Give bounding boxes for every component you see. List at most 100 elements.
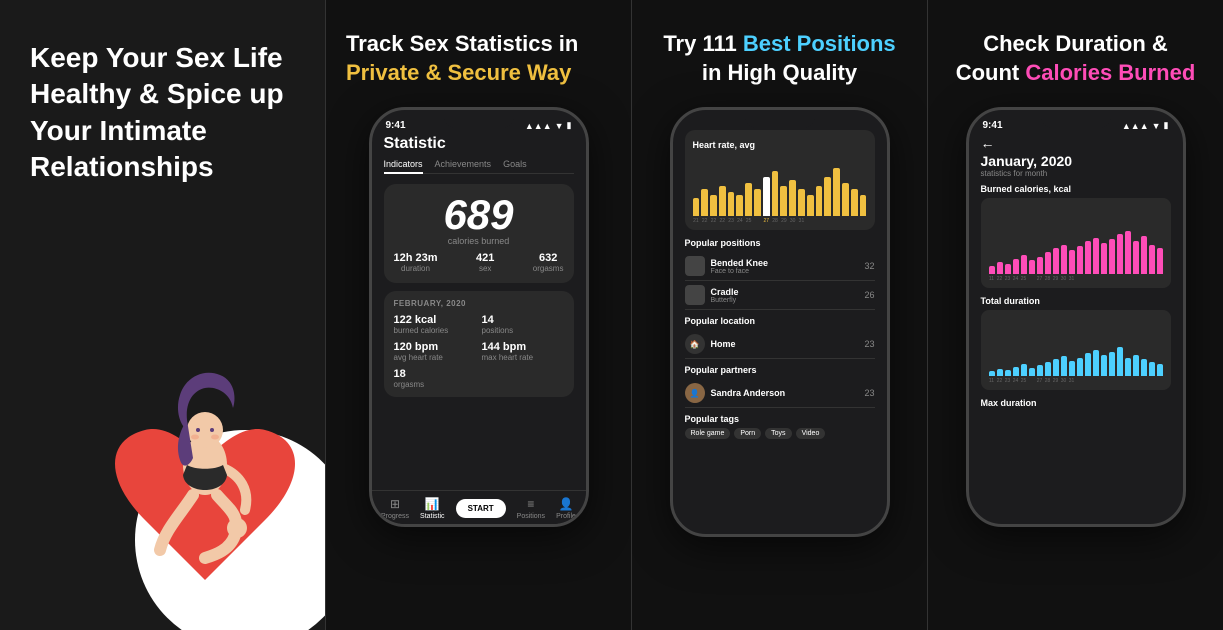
phone-nav-2: ⊞ Progress 📊 Statistic START ≡ Positions… xyxy=(372,490,586,524)
chart-bars-3 xyxy=(693,156,867,216)
nav-start-button[interactable]: START xyxy=(456,499,506,518)
partner-1-count: 23 xyxy=(864,388,874,398)
phone-4-content: ← January, 2020 statistics for month Bur… xyxy=(969,131,1183,515)
stat-sex-lbl: sex xyxy=(476,264,494,273)
notch-3 xyxy=(745,110,815,128)
position-1-name: Bended Knee xyxy=(711,258,769,268)
popular-positions: Popular positions Bended Knee Face to fa… xyxy=(685,238,875,310)
progress-icon: ⊞ xyxy=(390,497,400,511)
notch-2 xyxy=(444,110,514,128)
nav-progress[interactable]: ⊞ Progress xyxy=(381,497,409,520)
position-2-sub: Butterfly xyxy=(711,297,739,304)
positions-lbl: positions xyxy=(482,326,564,335)
stat-orgasms-lbl: orgasms xyxy=(533,264,564,273)
panel2-headline-accent: Private & Secure Way xyxy=(346,60,571,85)
screen-title-2: Statistic xyxy=(384,135,574,153)
location-left: 🏠 Home xyxy=(685,334,736,354)
phone-2-content: Statistic Indicators Achievements Goals … xyxy=(372,131,586,515)
status-icons-2: ▲▲▲ ▼ ▮ xyxy=(525,120,572,131)
status-time-2: 9:41 xyxy=(386,120,406,131)
tag-video: Video xyxy=(796,428,826,439)
profile-icon: 👤 xyxy=(559,497,574,511)
location-name: Home xyxy=(711,339,736,349)
signal-icon: ▲▲▲ xyxy=(525,121,552,131)
positions-stat: 14 positions xyxy=(482,314,564,335)
positions-icon: ≡ xyxy=(527,497,534,511)
kcal-stat: 122 kcal burned calories xyxy=(394,314,476,335)
tab-goals[interactable]: Goals xyxy=(503,159,527,169)
stat-duration-lbl: duration xyxy=(394,264,438,273)
position-2: Cradle Butterfly 26 xyxy=(685,281,875,310)
calories-chart: Burned calories, kcal 112223242527282930… xyxy=(981,184,1171,288)
heart-rate-chart: Heart rate, avg 212222222324252728293031 xyxy=(685,130,875,230)
tab-achievements[interactable]: Achievements xyxy=(435,159,492,169)
battery-icon-4: ▮ xyxy=(1164,120,1169,131)
status-icons-4: ▲▲▲ ▼ ▮ xyxy=(1122,120,1169,131)
back-button[interactable]: ← xyxy=(981,135,1171,151)
max-hr-stat: 144 bpm max heart rate xyxy=(482,341,564,362)
wifi-icon-4: ▼ xyxy=(1152,121,1161,131)
phone-3-content: Heart rate, avg 212222222324252728293031… xyxy=(673,110,887,504)
partner-1-name: Sandra Anderson xyxy=(711,388,786,398)
kcal-lbl: burned calories xyxy=(394,326,476,335)
max-duration-title: Max duration xyxy=(981,398,1171,408)
position-2-name: Cradle xyxy=(711,287,739,297)
duration-title: Total duration xyxy=(981,296,1171,306)
headline-line2: Healthy & Spice up xyxy=(30,78,284,109)
panel-2: Track Sex Statistics in Private & Secure… xyxy=(325,0,631,630)
big-number: 689 xyxy=(394,194,564,236)
headline-line3: Your Intimate xyxy=(30,115,207,146)
home-icon-circle: 🏠 xyxy=(685,334,705,354)
headline-line4: Relationships xyxy=(30,151,214,182)
kcal-val: 122 kcal xyxy=(394,314,476,326)
big-stat-card: 689 calories burned 12h 23m duration 421… xyxy=(384,184,574,283)
position-1: Bended Knee Face to face 32 xyxy=(685,252,875,281)
partners-title: Popular partners xyxy=(685,365,875,375)
tab-indicators[interactable]: Indicators xyxy=(384,159,423,174)
wifi-icon: ▼ xyxy=(555,121,564,131)
phone-2: 9:41 ▲▲▲ ▼ ▮ Statistic Indicators Achiev… xyxy=(369,107,589,527)
orgasms-lbl2: orgasms xyxy=(394,380,564,389)
orgasms-val2: 18 xyxy=(394,368,564,380)
panel2-headline-text: Track Sex Statistics in xyxy=(346,31,578,56)
nav-statistic-label: Statistic xyxy=(420,513,445,520)
stat-orgasms-val: 632 xyxy=(533,252,564,264)
chart-title-3: Heart rate, avg xyxy=(693,140,867,150)
phone-4: 9:41 ▲▲▲ ▼ ▮ ← January, 2020 statistics … xyxy=(966,107,1186,527)
stat-sex-val: 421 xyxy=(476,252,494,264)
notch-4 xyxy=(1041,110,1111,128)
popular-partners: Popular partners 👤 Sandra Anderson 23 xyxy=(685,365,875,408)
location-count: 23 xyxy=(864,339,874,349)
calories-chart-bg: 11222324252728293031 xyxy=(981,198,1171,288)
tags-row: Role game Porn Toys Video xyxy=(685,428,875,439)
position-1-sub: Face to face xyxy=(711,268,769,275)
calories-bars xyxy=(989,204,1163,274)
position-2-info: Cradle Butterfly xyxy=(711,287,739,304)
month-sub: statistics for month xyxy=(981,169,1171,178)
illustration xyxy=(85,300,325,630)
location-title: Popular location xyxy=(685,316,875,326)
panel4-headline: Check Duration & Count Calories Burned xyxy=(956,30,1196,87)
chart-labels-3: 212222222324252728293031 xyxy=(693,218,867,224)
position-1-count: 32 xyxy=(864,261,874,271)
stat-sex: 421 sex xyxy=(476,252,494,273)
nav-statistic[interactable]: 📊 Statistic xyxy=(420,497,445,520)
panel-1: Keep Your Sex Life Healthy & Spice up Yo… xyxy=(0,0,325,630)
nav-positions[interactable]: ≡ Positions xyxy=(517,497,545,520)
panel3-headline: Try 111 Best Positions in High Quality xyxy=(663,30,895,87)
month-display: January, 2020 xyxy=(981,153,1171,169)
nav-profile[interactable]: 👤 Profile xyxy=(556,497,576,520)
phone-3: Heart rate, avg 212222222324252728293031… xyxy=(670,107,890,537)
position-2-left: Cradle Butterfly xyxy=(685,285,739,305)
duration-bars xyxy=(989,316,1163,376)
tag-rolegame: Role game xyxy=(685,428,731,439)
panel3-part1: Try 111 xyxy=(663,31,743,56)
month-title: FEBRUARY, 2020 xyxy=(394,299,564,308)
popular-location: Popular location 🏠 Home 23 xyxy=(685,316,875,359)
month-stats: 122 kcal burned calories 14 positions 12… xyxy=(394,314,564,362)
position-1-left: Bended Knee Face to face xyxy=(685,256,769,276)
panel-4: Check Duration & Count Calories Burned 9… xyxy=(927,0,1223,630)
tag-porn: Porn xyxy=(734,428,761,439)
partner-1-avatar: 👤 xyxy=(685,383,705,403)
panel3-part2: in High Quality xyxy=(702,60,857,85)
